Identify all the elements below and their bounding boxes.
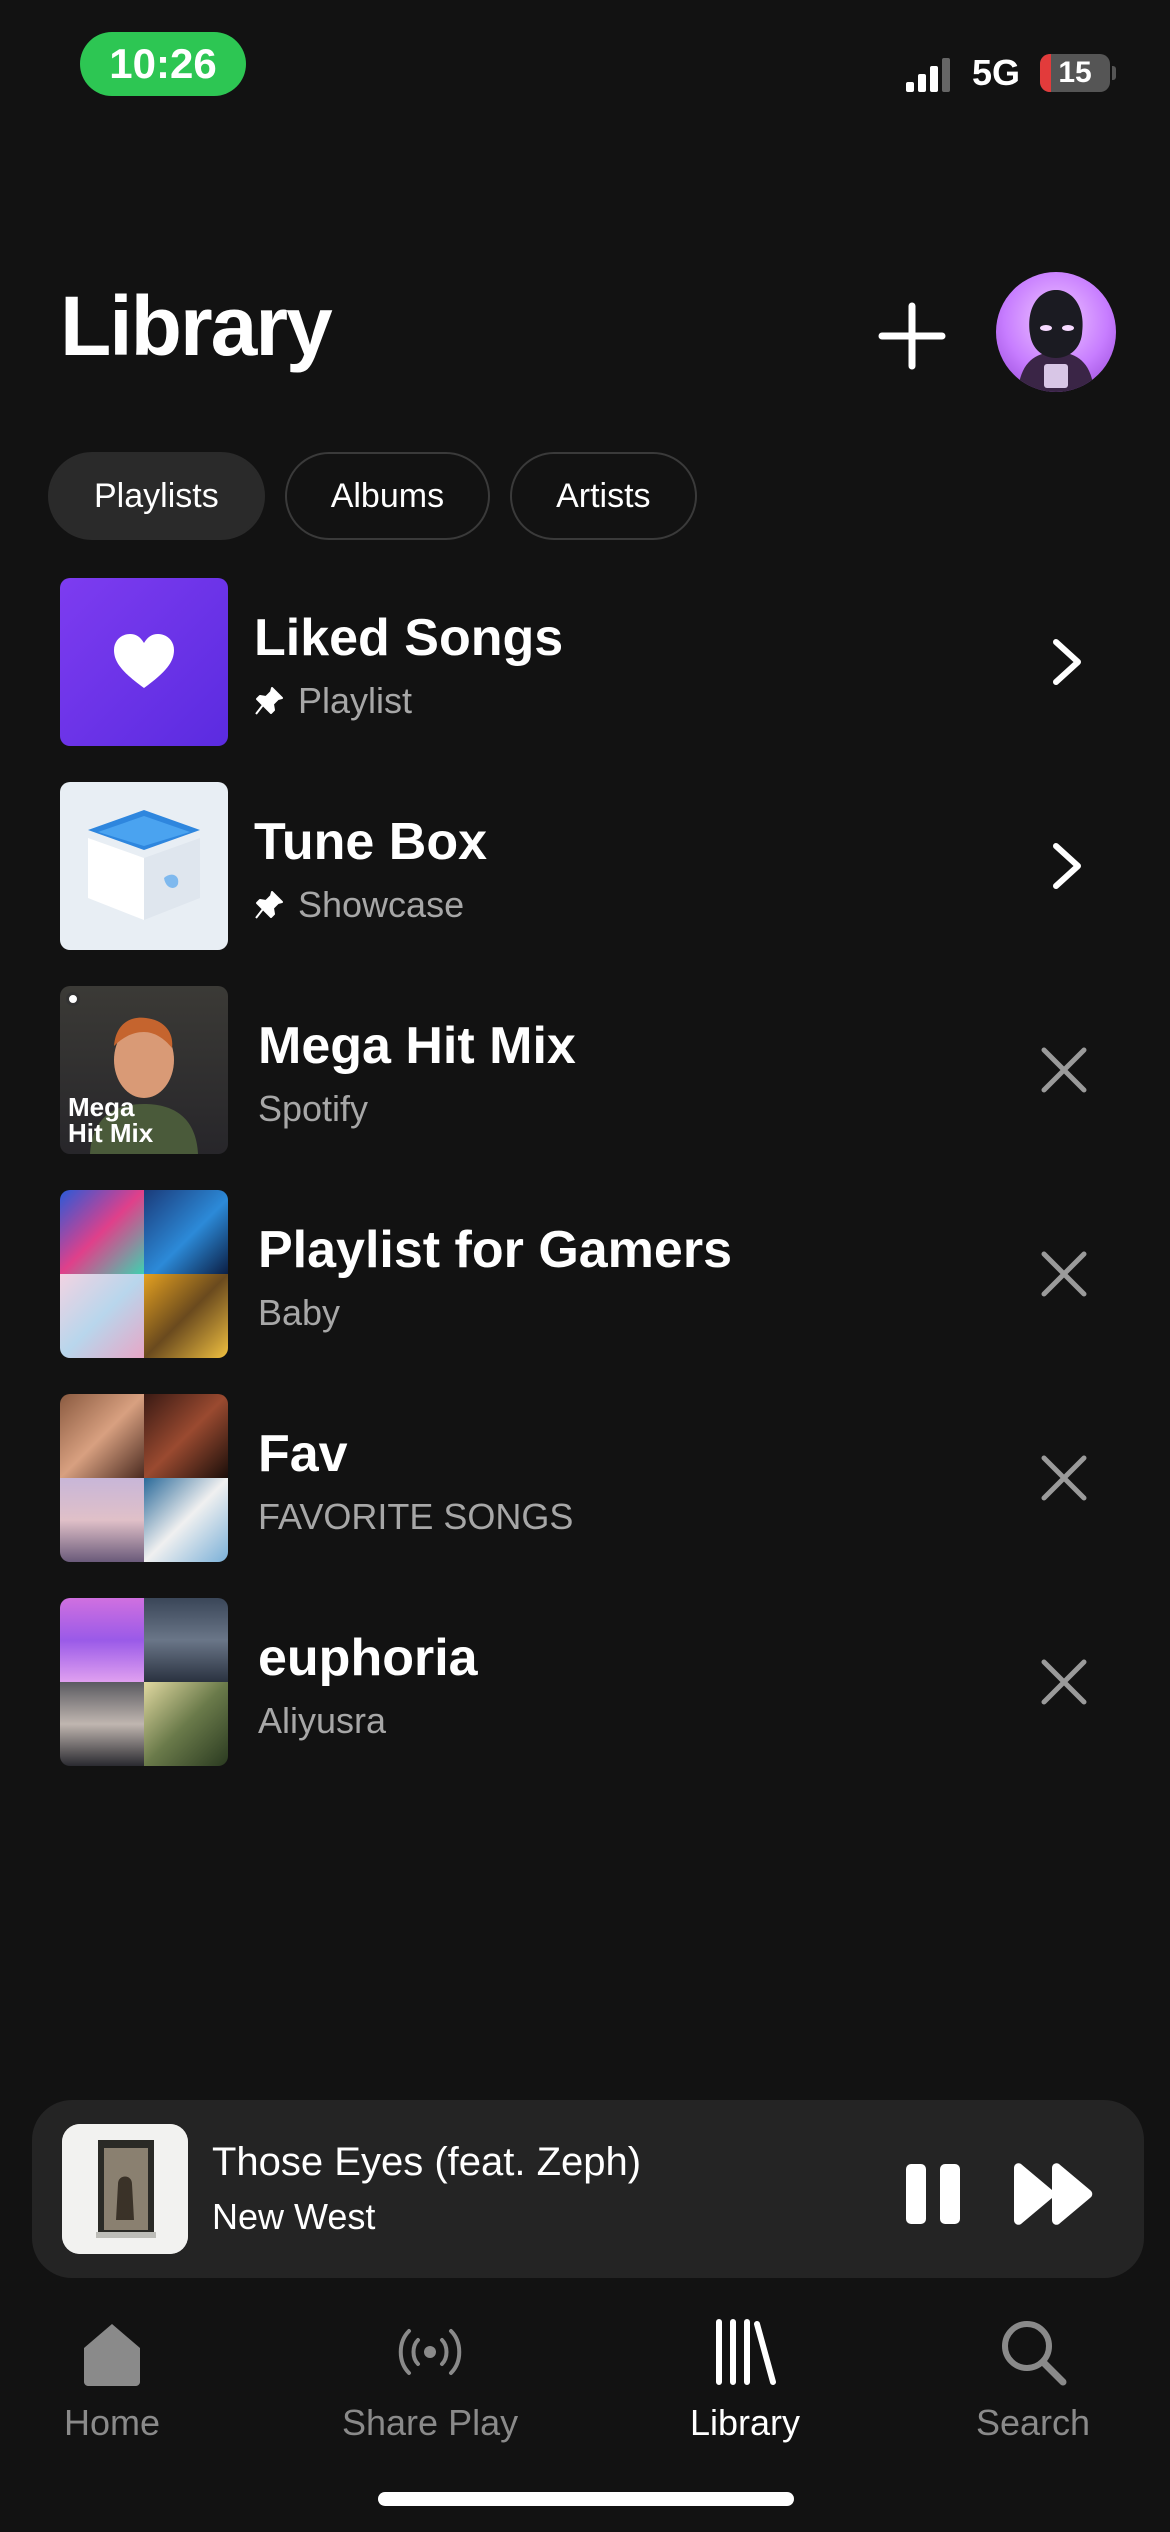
cover-tile — [60, 1598, 144, 1682]
pause-button[interactable] — [894, 2154, 974, 2234]
list-item[interactable]: Mega Hit Mix Mega Hit Mix Spotify — [0, 986, 1170, 1190]
item-subtitle: FAVORITE SONGS — [258, 1496, 574, 1537]
chevron-right-icon — [1053, 639, 1081, 685]
pause-icon — [906, 2164, 960, 2224]
fav-cover — [60, 1394, 228, 1562]
item-title: Tune Box — [254, 813, 488, 871]
list-item[interactable]: Liked Songs Playlist — [0, 578, 1170, 782]
search-icon — [1002, 2321, 1067, 2386]
battery-percent: 15 — [1058, 56, 1092, 89]
cover-tile — [144, 1394, 228, 1478]
page-title: Library — [60, 279, 333, 373]
open-button[interactable] — [1024, 826, 1104, 906]
tab-label: Share Play — [342, 2402, 519, 2443]
cover-tile — [60, 1190, 144, 1274]
open-button[interactable] — [1024, 622, 1104, 702]
mini-player[interactable]: Those Eyes (feat. Zeph) New West — [32, 2100, 1144, 2278]
item-title: Playlist for Gamers — [258, 1221, 732, 1279]
tab-label: Library — [690, 2402, 801, 2443]
cover-tile — [60, 1682, 144, 1766]
list-item[interactable]: Tune Box Showcase — [0, 782, 1170, 986]
list-item[interactable]: Fav FAVORITE SONGS — [0, 1394, 1170, 1598]
list-item[interactable]: Playlist for Gamers Baby — [0, 1190, 1170, 1394]
remove-button[interactable] — [1024, 1030, 1104, 1110]
pin-icon — [255, 891, 283, 919]
close-icon — [1041, 1455, 1087, 1501]
library-list: Liked Songs Playlist Tune Box Showcase M… — [0, 578, 1170, 1802]
cover-tile — [144, 1478, 228, 1562]
cover-tile — [144, 1598, 228, 1682]
plus-icon — [878, 302, 946, 370]
filter-artists[interactable]: Artists — [510, 452, 697, 540]
filter-playlists[interactable]: Playlists — [48, 452, 265, 540]
album-art — [62, 2124, 188, 2254]
library-icon — [716, 2319, 777, 2385]
battery-icon: 15 — [1040, 54, 1110, 92]
box-icon — [88, 810, 200, 920]
status-time: 10:26 — [80, 32, 246, 96]
broadcast-icon — [398, 2329, 462, 2375]
cover-tile — [60, 1274, 144, 1358]
cellular-signal-icon — [906, 58, 950, 92]
item-title: Mega Hit Mix — [258, 1017, 576, 1075]
cover-tile — [60, 1394, 144, 1478]
item-type: Playlist — [298, 680, 413, 721]
home-indicator — [378, 2492, 794, 2506]
pin-icon — [255, 687, 283, 715]
home-icon — [84, 2324, 141, 2386]
fast-forward-icon — [1014, 2163, 1093, 2225]
tab-label: Home — [64, 2402, 161, 2443]
item-title: Fav — [258, 1425, 348, 1483]
tab-home[interactable]: Home — [64, 2312, 160, 2444]
item-type: Showcase — [298, 884, 465, 925]
cover-tile — [60, 1478, 144, 1562]
network-type: 5G — [972, 52, 1021, 93]
cover-tile — [144, 1274, 228, 1358]
skip-forward-button[interactable] — [1008, 2154, 1098, 2234]
close-icon — [1041, 1047, 1087, 1093]
filter-chips: Playlists Albums Artists — [48, 452, 697, 540]
item-title: Liked Songs — [254, 609, 564, 667]
tab-search[interactable]: Search — [976, 2312, 1090, 2444]
item-subtitle: Showcase — [254, 884, 464, 926]
item-subtitle: Playlist — [254, 680, 412, 722]
remove-button[interactable] — [1024, 1234, 1104, 1314]
item-title: euphoria — [258, 1629, 478, 1687]
item-subtitle: Spotify — [258, 1088, 369, 1129]
liked-songs-cover — [60, 578, 228, 746]
item-subtitle: Aliyusra — [258, 1700, 387, 1741]
item-subtitle: Baby — [258, 1292, 341, 1333]
profile-avatar[interactable] — [996, 272, 1116, 392]
avatar-image — [1018, 290, 1094, 392]
close-icon — [1041, 1659, 1087, 1705]
now-playing-title: Those Eyes (feat. Zeph) — [212, 2140, 642, 2184]
cover-tile — [144, 1682, 228, 1766]
remove-button[interactable] — [1024, 1642, 1104, 1722]
cover-tile — [144, 1190, 228, 1274]
add-button[interactable] — [872, 296, 952, 376]
euphoria-cover — [60, 1598, 228, 1766]
filter-albums[interactable]: Albums — [284, 452, 491, 540]
heart-icon — [114, 634, 174, 688]
remove-button[interactable] — [1024, 1438, 1104, 1518]
tab-share-play[interactable]: Share Play — [342, 2312, 518, 2444]
mega-hit-mix-cover: Mega Hit Mix — [60, 986, 228, 1154]
cover-text: Mega Hit Mix — [68, 1092, 154, 1148]
spotify-logo-dot — [66, 992, 80, 1006]
close-icon — [1041, 1251, 1087, 1297]
battery-tip — [1112, 66, 1116, 80]
now-playing-artwork — [62, 2124, 188, 2254]
tab-library[interactable]: Library — [690, 2312, 800, 2444]
status-bar: 10:26 5G 15 — [0, 0, 1170, 130]
chevron-right-icon — [1053, 843, 1081, 889]
playlist-for-gamers-cover — [60, 1190, 228, 1358]
tab-label: Search — [976, 2402, 1091, 2443]
tune-box-cover — [60, 782, 228, 950]
list-item[interactable]: euphoria Aliyusra — [0, 1598, 1170, 1802]
now-playing-artist: New West — [212, 2196, 376, 2237]
